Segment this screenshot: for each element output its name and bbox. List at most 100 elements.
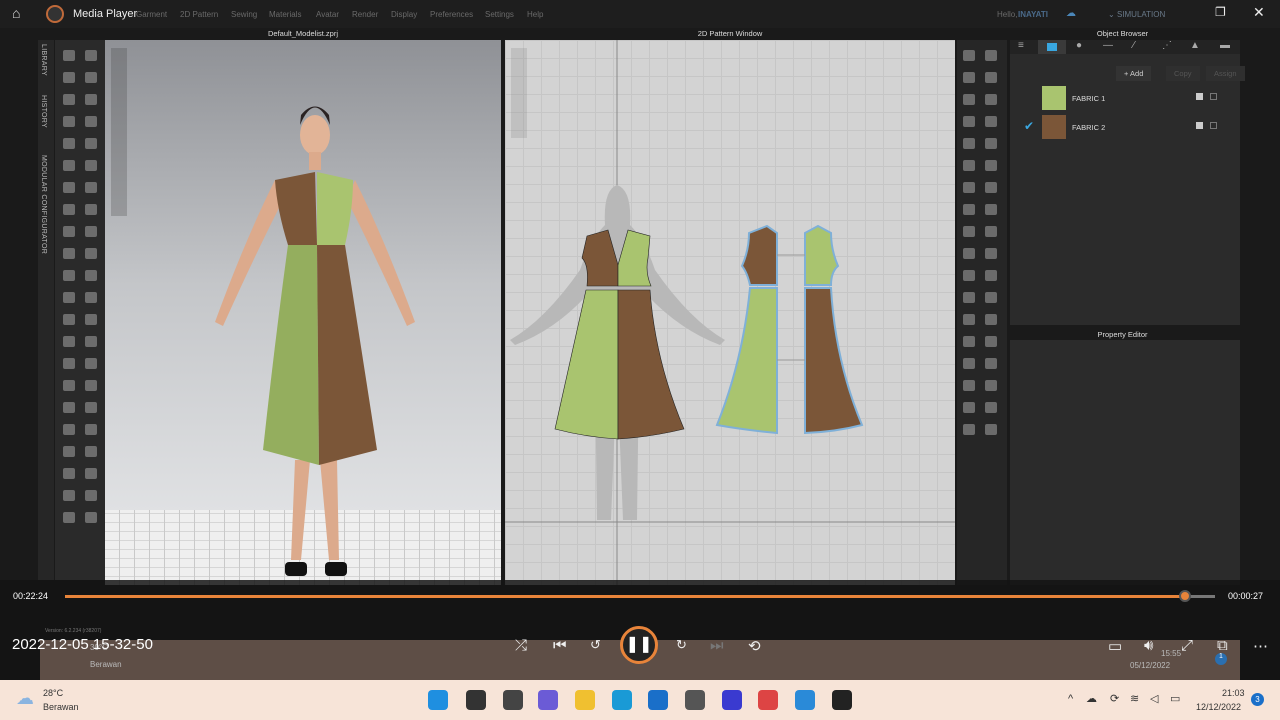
menu-garment[interactable]: Garment xyxy=(136,10,167,19)
pause-button[interactable]: ❚❚ xyxy=(620,626,658,664)
edge-icon[interactable] xyxy=(612,690,632,710)
tool-icon[interactable] xyxy=(85,226,97,237)
tool-icon[interactable] xyxy=(985,380,997,391)
forward-30-icon[interactable]: ↻ xyxy=(676,637,687,653)
tab-history[interactable]: HISTORY xyxy=(40,95,47,128)
fabric-copy-icon[interactable] xyxy=(1196,93,1203,100)
menu-materials[interactable]: Materials xyxy=(269,10,301,19)
tool-icon[interactable] xyxy=(985,94,997,105)
tool-icon[interactable] xyxy=(85,204,97,215)
more-options-icon[interactable]: ⋯ xyxy=(1253,637,1268,655)
tool-icon[interactable] xyxy=(63,468,75,479)
tool-icon[interactable] xyxy=(63,226,75,237)
tool-icon[interactable] xyxy=(63,138,75,149)
speaker-icon[interactable]: ◁ xyxy=(1150,692,1158,705)
fabric-row-2[interactable]: ✔ FABRIC 2 xyxy=(1020,114,1230,140)
fabric-tab[interactable] xyxy=(1038,40,1066,54)
tool-icon[interactable] xyxy=(85,424,97,435)
tool-icon[interactable] xyxy=(963,358,975,369)
tool-icon[interactable] xyxy=(985,50,997,61)
tool-icon[interactable] xyxy=(85,160,97,171)
clo-app-icon[interactable] xyxy=(685,690,705,710)
task-view-icon[interactable] xyxy=(503,690,523,710)
cloud-icon[interactable]: ☁ xyxy=(1066,8,1076,19)
tool-icon[interactable] xyxy=(985,72,997,83)
tool-icon[interactable] xyxy=(85,292,97,303)
media-player-icon[interactable] xyxy=(832,690,852,710)
menu-preferences[interactable]: Preferences xyxy=(430,10,473,19)
tool-icon[interactable] xyxy=(85,446,97,457)
wifi-icon[interactable]: ≋ xyxy=(1130,692,1139,705)
rewind-10-icon[interactable]: ↺ xyxy=(590,637,601,653)
shuffle-icon[interactable]: ⤮ xyxy=(515,637,527,654)
tool-icon[interactable] xyxy=(63,358,75,369)
copy-button[interactable]: Copy xyxy=(1166,66,1200,81)
tool-icon[interactable] xyxy=(85,94,97,105)
tool-icon[interactable] xyxy=(63,380,75,391)
tool-icon[interactable] xyxy=(85,116,97,127)
simulation-mode[interactable]: ⌄ SIMULATION xyxy=(1108,10,1165,19)
3d-viewport[interactable] xyxy=(105,40,501,585)
tool-icon[interactable] xyxy=(85,138,97,149)
tool-icon[interactable] xyxy=(985,204,997,215)
seek-thumb[interactable] xyxy=(1179,590,1192,602)
tool-icon[interactable] xyxy=(985,424,997,435)
tool-icon[interactable] xyxy=(63,50,75,61)
tool-icon[interactable] xyxy=(963,182,975,193)
tool-icon[interactable] xyxy=(985,314,997,325)
tool-icon[interactable] xyxy=(963,270,975,281)
clock-date[interactable]: 12/12/2022 xyxy=(1196,702,1241,712)
file-explorer-icon[interactable] xyxy=(575,690,595,710)
tool-icon[interactable] xyxy=(963,116,975,127)
fabric-delete-icon[interactable] xyxy=(1210,93,1217,100)
chat-icon[interactable] xyxy=(538,690,558,710)
tool-icon[interactable] xyxy=(63,424,75,435)
add-button[interactable]: + Add xyxy=(1116,66,1152,81)
tray-chevron-icon[interactable]: ^ xyxy=(1068,693,1073,705)
miniplayer-icon[interactable]: ▭ xyxy=(1108,637,1122,655)
tool-icon[interactable] xyxy=(963,314,975,325)
tool-icon[interactable] xyxy=(63,72,75,83)
windows-start-icon[interactable] xyxy=(428,690,448,710)
fullscreen-icon[interactable]: ⤢ xyxy=(1181,637,1193,654)
tool-icon[interactable] xyxy=(63,94,75,105)
tool-icon[interactable] xyxy=(85,468,97,479)
tool-icon[interactable] xyxy=(63,314,75,325)
compact-overlay-icon[interactable]: ⧉ xyxy=(1217,637,1228,654)
tool-icon[interactable] xyxy=(85,72,97,83)
tool-icon[interactable] xyxy=(85,512,97,523)
menu-sewing[interactable]: Sewing xyxy=(231,10,257,19)
tool-icon[interactable] xyxy=(963,72,975,83)
tool-icon[interactable] xyxy=(963,336,975,347)
tool-icon[interactable] xyxy=(985,248,997,259)
repeat-off-icon[interactable]: ⟲ xyxy=(748,637,761,655)
tool-icon[interactable] xyxy=(963,424,975,435)
next-icon[interactable]: ⏭ xyxy=(710,637,724,654)
tool-icon[interactable] xyxy=(63,512,75,523)
tool-icon[interactable] xyxy=(85,248,97,259)
volume-icon[interactable]: 🔊︎ xyxy=(1144,637,1153,654)
tool-icon[interactable] xyxy=(985,138,997,149)
tool-icon[interactable] xyxy=(985,402,997,413)
tool-icon[interactable] xyxy=(85,380,97,391)
tool-icon[interactable] xyxy=(63,204,75,215)
tool-icon[interactable] xyxy=(85,50,97,61)
store-icon[interactable] xyxy=(648,690,668,710)
menu-display[interactable]: Display xyxy=(391,10,417,19)
tool-icon[interactable] xyxy=(85,490,97,501)
fabric-copy-icon[interactable] xyxy=(1196,122,1203,129)
tool-icon[interactable] xyxy=(985,160,997,171)
tool-icon[interactable] xyxy=(85,358,97,369)
assign-button[interactable]: Assign xyxy=(1206,66,1245,81)
fabric-delete-icon[interactable] xyxy=(1210,122,1217,129)
menu-avatar[interactable]: Avatar xyxy=(316,10,339,19)
measure-icon[interactable]: ▬ xyxy=(1220,40,1230,51)
photos-icon[interactable] xyxy=(795,690,815,710)
tool-icon[interactable] xyxy=(85,336,97,347)
tool-icon[interactable] xyxy=(63,160,75,171)
tool-icon[interactable] xyxy=(63,182,75,193)
fabric-row-1[interactable]: FABRIC 1 xyxy=(1020,85,1230,111)
close-icon[interactable]: ✕ xyxy=(1253,4,1265,21)
previous-icon[interactable]: ⏮ xyxy=(553,637,567,654)
restore-icon[interactable]: ❐ xyxy=(1215,5,1226,19)
